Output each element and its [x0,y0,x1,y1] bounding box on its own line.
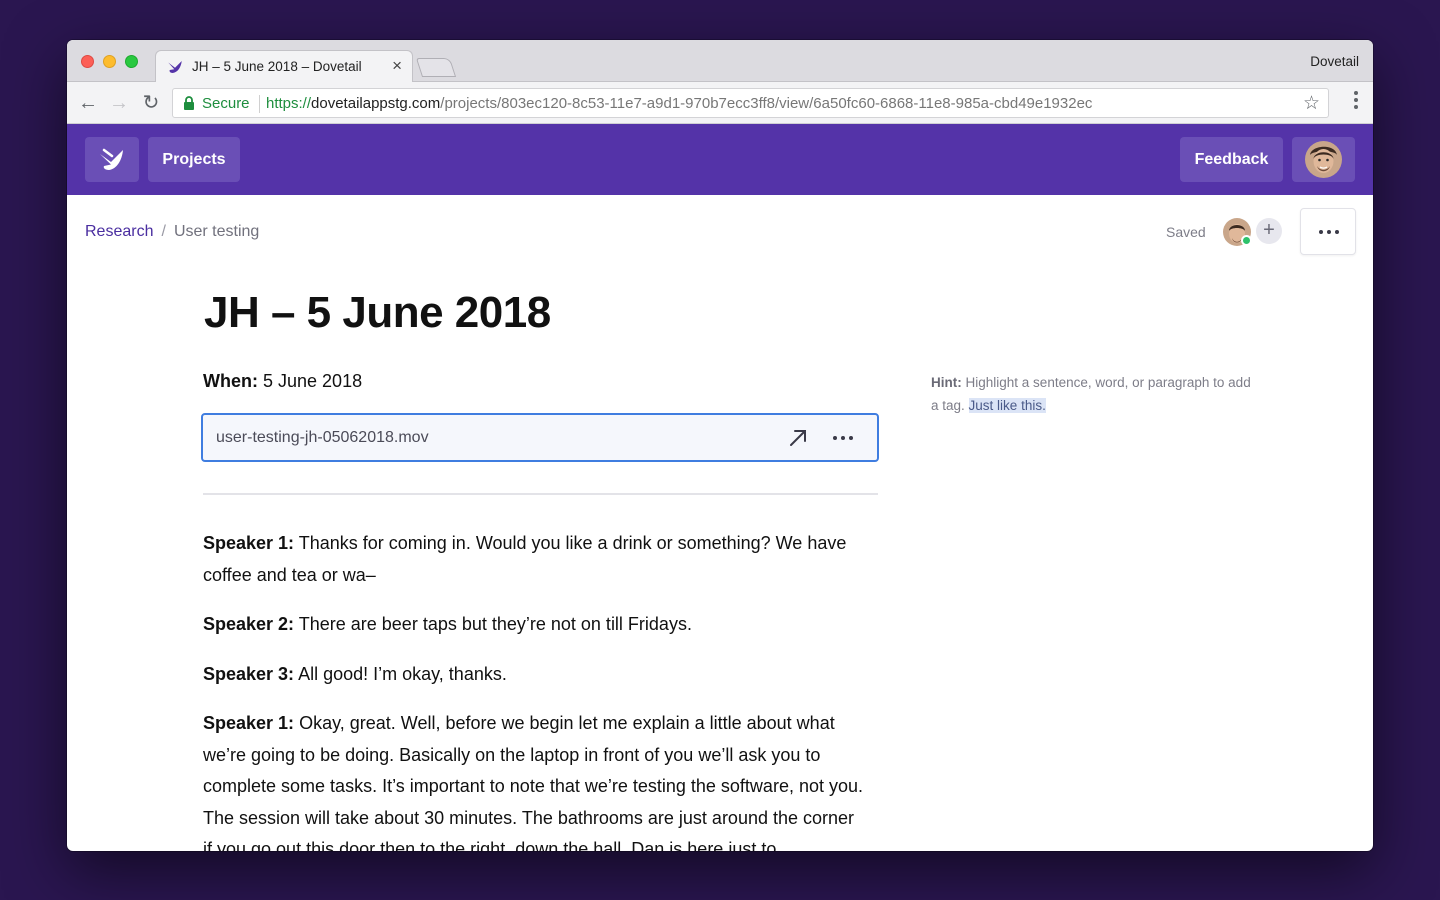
add-collaborator-icon[interactable]: + [1256,218,1282,244]
online-status-dot [1241,235,1252,246]
transcript-paragraph[interactable]: Speaker 2: There are beer taps but they’… [203,609,863,641]
browser-tab[interactable]: JH – 5 June 2018 – Dovetail × [155,50,413,83]
tab-title: JH – 5 June 2018 – Dovetail [192,59,362,74]
transcript-paragraph[interactable]: Speaker 1: Thanks for coming in. Would y… [203,528,863,591]
transcript[interactable]: Speaker 1: Thanks for coming in. Would y… [203,528,863,851]
save-status: Saved [1166,224,1206,240]
new-tab-button[interactable] [415,58,457,77]
zoom-window-button[interactable] [125,55,138,68]
speaker-label: Speaker 1: [203,713,295,733]
speaker-text: All good! I’m okay, thanks. [298,663,507,684]
speaker-label: Speaker 3: [203,663,295,684]
open-external-arrow-icon[interactable] [787,427,809,449]
browser-menu-icon[interactable] [1353,91,1359,113]
browser-profile-name[interactable]: Dovetail [1310,54,1359,69]
breadcrumb-separator: / [161,223,166,240]
home-logo-button[interactable] [85,137,139,182]
attachment-card[interactable]: user-testing-jh-05062018.mov [201,413,879,462]
attachment-filename: user-testing-jh-05062018.mov [216,429,429,446]
ellipsis-icon [1319,230,1339,234]
when-label: When: [203,371,258,391]
minimize-window-button[interactable] [103,55,116,68]
lock-icon [184,96,194,110]
speaker-text: Thanks for coming in. Would you like a d… [203,533,847,585]
when-value: 5 June 2018 [263,371,363,391]
browser-toolbar: ← → ↻ Secure https://dovetailappstg.com/… [67,82,1373,124]
address-bar[interactable]: Secure https://dovetailappstg.com/projec… [172,88,1329,118]
speaker-text: There are beer taps but they’re not on t… [298,614,692,634]
transcript-paragraph[interactable]: Speaker 1: Okay, great. Well, before we … [203,708,863,851]
page-title[interactable]: JH – 5 June 2018 [204,288,551,338]
user-avatar-button[interactable] [1292,137,1355,182]
speaker-text: Okay, great. Well, before we begin let m… [203,713,863,851]
when-field[interactable]: When: 5 June 2018 [203,371,362,392]
breadcrumb-current[interactable]: User testing [174,223,259,240]
omnibox-divider [259,95,260,113]
speaker-label: Speaker 1: [203,533,295,553]
browser-window: JH – 5 June 2018 – Dovetail × Dovetail ←… [67,40,1373,851]
tagging-hint: Hint: Highlight a sentence, word, or par… [931,372,1251,417]
tab-strip: JH – 5 June 2018 – Dovetail × Dovetail [67,40,1373,83]
hint-highlight-example: Just like this. [968,397,1046,413]
reload-icon[interactable]: ↻ [139,91,163,115]
dovetail-logo-icon [100,148,123,170]
back-arrow-icon[interactable]: ← [76,91,100,115]
attachment-more-icon[interactable] [833,436,853,440]
more-options-button[interactable] [1300,208,1356,255]
forward-arrow-icon[interactable]: → [107,91,131,115]
speaker-label: Speaker 2: [203,614,295,634]
dovetail-logo-icon [168,61,182,73]
section-divider [203,493,878,495]
close-tab-icon[interactable]: × [392,56,402,76]
breadcrumb: Research / User testing [85,223,259,241]
url-host: dovetailappstg.com [311,95,441,112]
hint-label: Hint: [931,375,962,390]
feedback-button[interactable]: Feedback [1180,137,1283,182]
secure-label: Secure [202,95,250,112]
projects-nav-button[interactable]: Projects [148,137,240,182]
url-path: /projects/803ec120-8c53-11e7-a9d1-970b7e… [440,95,1093,112]
url-scheme: https:// [266,95,312,112]
close-window-button[interactable] [81,55,94,68]
app-header: Projects Feedback [67,124,1373,195]
breadcrumb-research-link[interactable]: Research [85,223,153,240]
bookmark-star-icon[interactable]: ☆ [1303,92,1320,115]
transcript-paragraph[interactable]: Speaker 3: All good! I’m okay, thanks. [203,659,863,691]
avatar [1305,141,1342,178]
url-text[interactable]: https://dovetailappstg.com/projects/803e… [266,95,1092,112]
